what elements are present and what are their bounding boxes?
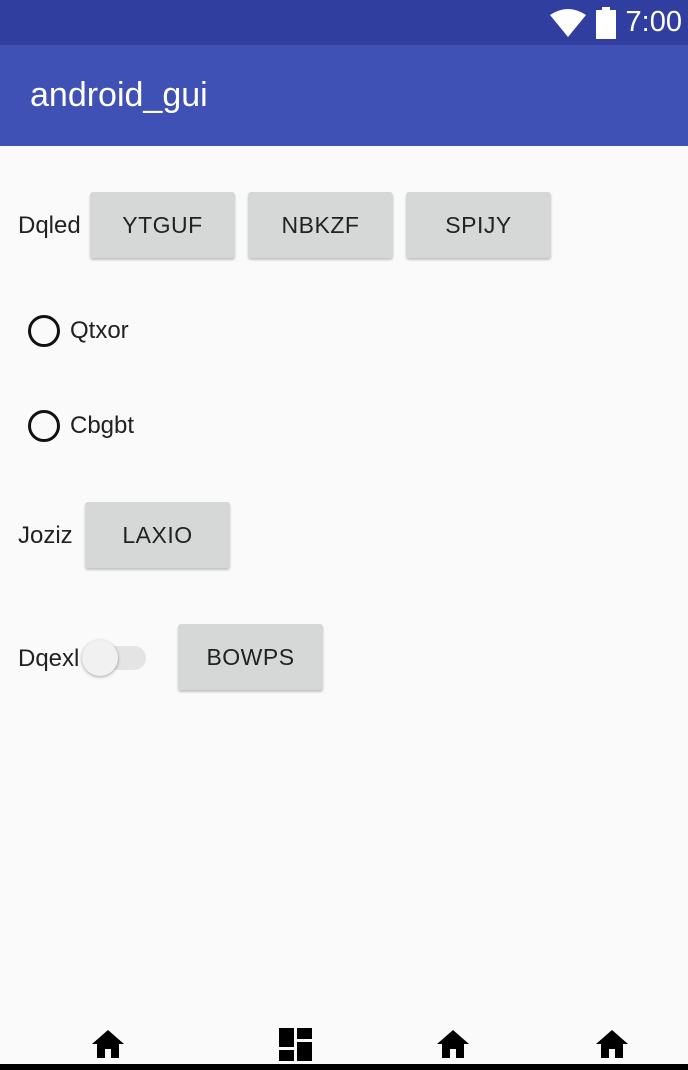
nav-bar xyxy=(0,1022,688,1070)
spijy-button[interactable]: SPIJY xyxy=(406,192,551,258)
home-icon[interactable] xyxy=(594,1028,630,1060)
laxio-button[interactable]: LAXIO xyxy=(85,502,230,568)
app-bar: android_gui xyxy=(0,45,688,146)
status-bar: 7:00 xyxy=(0,0,688,45)
dqexl-label: Dqexl xyxy=(18,645,80,672)
home-icon[interactable] xyxy=(435,1028,471,1060)
nav-divider xyxy=(0,1064,688,1070)
radio-cbgbt-label: Cbgbt xyxy=(70,412,135,439)
ytguf-button[interactable]: YTGUF xyxy=(90,192,235,258)
dashboard-icon[interactable] xyxy=(279,1028,312,1061)
radio-circle-icon[interactable] xyxy=(28,315,60,347)
joziz-label: Joziz xyxy=(18,522,73,549)
clock: 7:00 xyxy=(625,6,682,38)
dqexl-switch[interactable] xyxy=(82,640,148,676)
radio-qtxor-label: Qtxor xyxy=(70,317,129,344)
switch-thumb[interactable] xyxy=(82,640,118,676)
app-title: android_gui xyxy=(30,76,208,114)
nbkzf-button[interactable]: NBKZF xyxy=(248,192,393,258)
wifi-icon xyxy=(549,8,586,37)
radio-qtxor[interactable]: Qtxor xyxy=(28,315,129,347)
dqled-label: Dqled xyxy=(18,212,81,239)
radio-circle-icon[interactable] xyxy=(28,410,60,442)
radio-cbgbt[interactable]: Cbgbt xyxy=(28,410,134,442)
battery-icon xyxy=(595,6,616,39)
bowps-button[interactable]: BOWPS xyxy=(178,624,323,690)
home-icon[interactable] xyxy=(90,1028,126,1060)
